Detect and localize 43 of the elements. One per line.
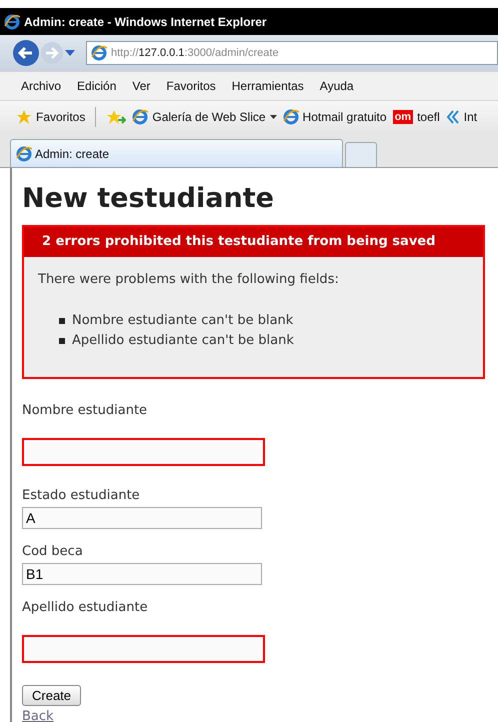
window-title: Admin: create - Windows Internet Explorer <box>24 14 267 28</box>
site-badge: om <box>392 110 414 124</box>
back-link[interactable]: Back <box>22 709 54 722</box>
page-icon <box>91 45 107 61</box>
page-heading: New testudiante <box>22 183 275 214</box>
star-icon <box>16 109 32 125</box>
menu-item[interactable]: Edición <box>70 79 126 93</box>
field-label: Estado estudiante <box>22 488 141 503</box>
field-label: Nombre estudiante <box>22 403 148 418</box>
page-icon <box>282 109 299 125</box>
menu-item[interactable]: Ver <box>125 79 160 93</box>
bookmark-link[interactable]: Galería de Web Slice <box>152 110 266 124</box>
bookmark-link[interactable]: toefl <box>417 110 440 124</box>
bullet-icon <box>59 338 65 344</box>
browser-tab[interactable]: Admin: create <box>10 139 343 167</box>
add-favorite-icon[interactable] <box>106 109 126 125</box>
bullet-icon <box>59 318 65 324</box>
error-intro: There were problems with the following fields: <box>38 272 340 287</box>
menu-item[interactable]: Favoritos <box>159 79 225 93</box>
favorites-button[interactable]: Favoritos <box>36 110 86 124</box>
input-field[interactable]: A <box>22 507 262 529</box>
bookmark-link[interactable]: Int <box>464 110 478 124</box>
menu-item[interactable]: Archivo <box>14 79 70 93</box>
menu-item[interactable]: Herramientas <box>224 79 313 93</box>
chevrons-icon <box>446 110 460 124</box>
field-label: Apellido estudiante <box>22 600 149 615</box>
bookmark-link[interactable]: Hotmail gratuito <box>302 110 387 124</box>
error-title: 2 errors prohibited this testudiante from being saved <box>24 227 483 257</box>
field-label: Cod beca <box>22 544 84 559</box>
input-field[interactable] <box>22 438 265 466</box>
page-icon <box>132 109 148 125</box>
input-field[interactable] <box>22 635 265 663</box>
error-message: Apellido estudiante can't be blank <box>72 332 294 350</box>
new-tab-button[interactable] <box>345 142 377 167</box>
dropdown-caret-icon[interactable] <box>270 115 277 119</box>
error-message: Nombre estudiante can't be blank <box>72 312 294 330</box>
url-text: http://127.0.0.1:3000/admin/create <box>111 47 279 59</box>
page-icon <box>16 146 32 162</box>
input-field[interactable]: B1 <box>22 563 262 585</box>
browser-logo-icon <box>4 14 20 30</box>
create-button[interactable]: Create <box>22 685 82 706</box>
menu-item[interactable]: Ayuda <box>312 79 363 93</box>
address-field[interactable]: http://127.0.0.1:3000/admin/create <box>86 41 498 65</box>
